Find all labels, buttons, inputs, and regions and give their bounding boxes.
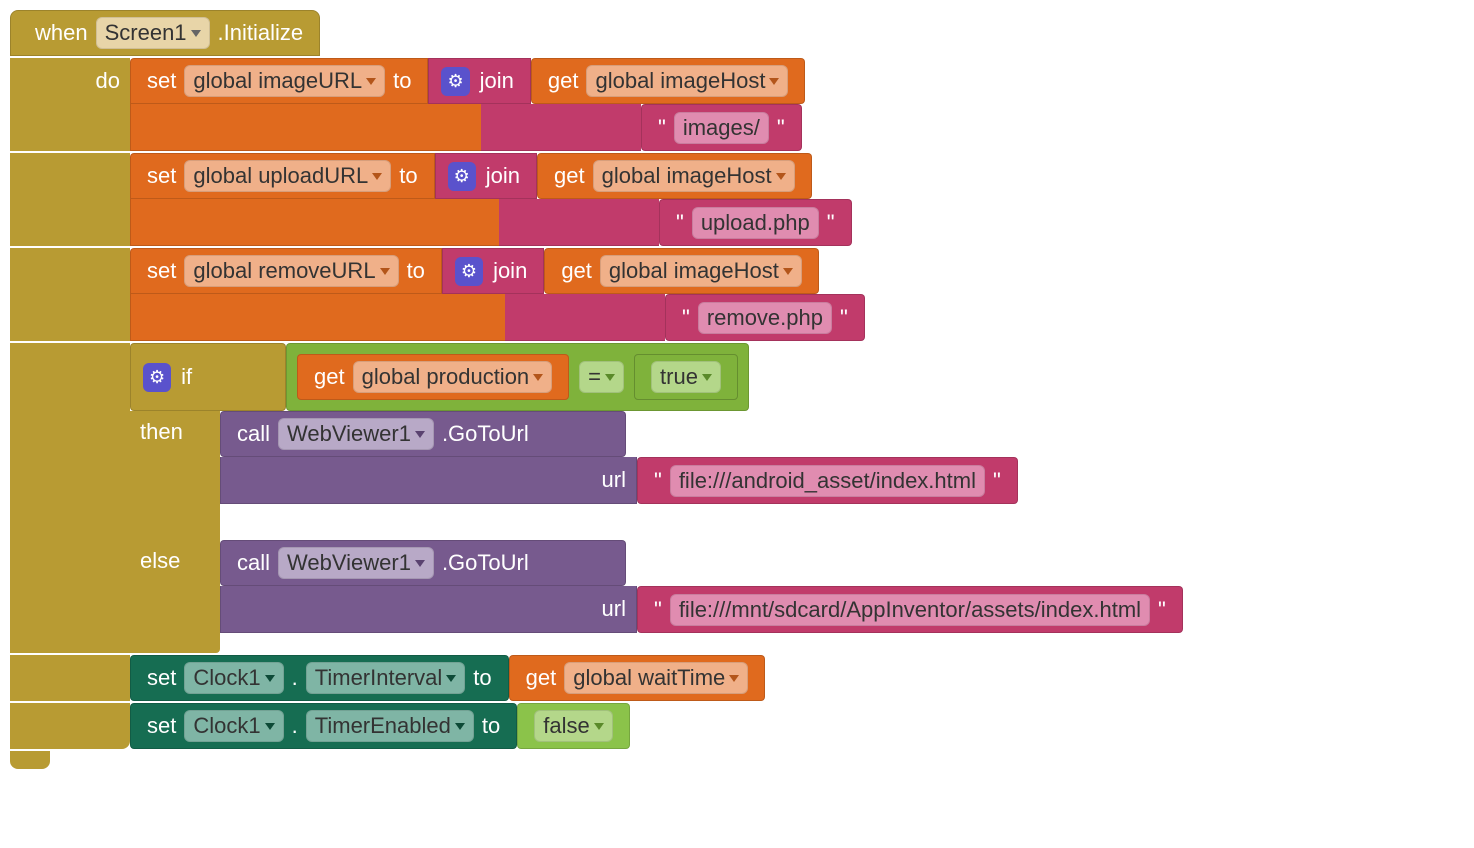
event-when-block[interactable]: when Screen1 .Initialize [10,10,320,56]
chevron-down-icon [455,723,465,730]
chevron-down-icon [191,30,201,37]
string-literal-images[interactable]: " images/ " [641,104,802,151]
chevron-down-icon [265,723,275,730]
set-timerinterval-row: set Clock1 . TimerInterval to get global… [10,655,1470,701]
chevron-down-icon [446,675,456,682]
event-header-row: when Screen1 .Initialize [10,10,1470,56]
set-removeurl-row: set global removeURL to ⚙ join get globa… [10,248,1470,341]
component-dropdown-clock[interactable]: Clock1 [184,662,283,694]
var-dropdown-imageurl[interactable]: global imageURL [184,65,385,97]
url-param-label: url [602,467,626,493]
chevron-down-icon [533,374,543,381]
get-imagehost-block-3[interactable]: get global imageHost [544,248,819,294]
if-header[interactable]: ⚙ if [130,343,286,411]
chevron-down-icon [594,723,604,730]
string-literal-asset-url[interactable]: " file:///android_asset/index.html " [637,457,1018,504]
set-uploadurl-row: set global uploadURL to ⚙ join get globa… [10,153,1470,246]
join-block[interactable]: ⚙ join [428,58,530,104]
chevron-down-icon [366,78,376,85]
var-dropdown-imagehost[interactable]: global imageHost [586,65,788,97]
chevron-down-icon [605,374,615,381]
do-rail: do [10,58,130,151]
chevron-down-icon [415,431,425,438]
set-clock-timerinterval-block[interactable]: set Clock1 . TimerInterval to [130,655,509,701]
set-imageurl-row: do set global imageURL to ⚙ join get [10,58,1470,151]
var-dropdown-removeurl[interactable]: global removeURL [184,255,398,287]
get-waittime-block[interactable]: get global waitTime [509,655,766,701]
operator-dropdown[interactable]: = [579,361,624,393]
url-param-label: url [602,596,626,622]
chevron-down-icon [776,173,786,180]
event-name: .Initialize [218,20,304,46]
get-imagehost-block[interactable]: get global imageHost [531,58,806,104]
var-dropdown-imagehost[interactable]: global imageHost [593,160,795,192]
component-dropdown[interactable]: Screen1 [96,17,210,49]
get-imagehost-block-2[interactable]: get global imageHost [537,153,812,199]
set-timerenabled-row: set Clock1 . TimerEnabled to false [10,703,1470,749]
chevron-down-icon [265,675,275,682]
join-block-3[interactable]: ⚙ join [442,248,544,294]
bool-dropdown-false[interactable]: false [534,710,612,742]
string-literal-sdcard-url[interactable]: " file:///mnt/sdcard/AppInventor/assets/… [637,586,1183,633]
var-dropdown-production[interactable]: global production [353,361,553,393]
event-footer [10,751,50,769]
gear-icon[interactable]: ⚙ [143,363,171,392]
property-dropdown-timerinterval[interactable]: TimerInterval [306,662,466,694]
call-gotourl-else[interactable]: call WebViewer1 .GoToUrl [220,540,626,586]
when-label: when [35,20,88,46]
false-literal-block[interactable]: false [517,703,629,749]
if-block-row: ⚙ if get global production = [10,343,1470,653]
true-literal-block[interactable]: true [634,354,738,400]
bool-dropdown-true[interactable]: true [651,361,721,393]
chevron-down-icon [380,268,390,275]
then-rail: then [130,411,220,504]
chevron-down-icon [769,78,779,85]
set-removeurl-block[interactable]: set global removeURL to [130,248,442,294]
chevron-down-icon [729,675,739,682]
set-imageurl-block[interactable]: set global imageURL to [130,58,428,104]
property-dropdown-timerenabled[interactable]: TimerEnabled [306,710,474,742]
set-clock-timerenabled-block[interactable]: set Clock1 . TimerEnabled to [130,703,517,749]
var-dropdown-uploadurl[interactable]: global uploadURL [184,160,391,192]
chevron-down-icon [372,173,382,180]
gear-icon[interactable]: ⚙ [455,257,483,286]
chevron-down-icon [783,268,793,275]
chevron-down-icon [702,374,712,381]
string-literal-remove[interactable]: " remove.php " [665,294,865,341]
chevron-down-icon [415,560,425,567]
get-production-block[interactable]: get global production [297,354,569,400]
component-dropdown-webviewer[interactable]: WebViewer1 [278,547,434,579]
var-dropdown-imagehost[interactable]: global imageHost [600,255,802,287]
component-dropdown-clock[interactable]: Clock1 [184,710,283,742]
else-rail: else [130,540,220,633]
block-canvas: when Screen1 .Initialize do set global i… [10,10,1470,769]
string-literal-upload[interactable]: " upload.php " [659,199,852,246]
call-gotourl-then[interactable]: call WebViewer1 .GoToUrl [220,411,626,457]
join-block-2[interactable]: ⚙ join [435,153,537,199]
component-dropdown-webviewer[interactable]: WebViewer1 [278,418,434,450]
logic-compare-block[interactable]: get global production = true [286,343,749,411]
var-dropdown-waittime[interactable]: global waitTime [564,662,748,694]
gear-icon[interactable]: ⚙ [441,67,469,96]
gear-icon[interactable]: ⚙ [448,162,476,191]
set-uploadurl-block[interactable]: set global uploadURL to [130,153,435,199]
